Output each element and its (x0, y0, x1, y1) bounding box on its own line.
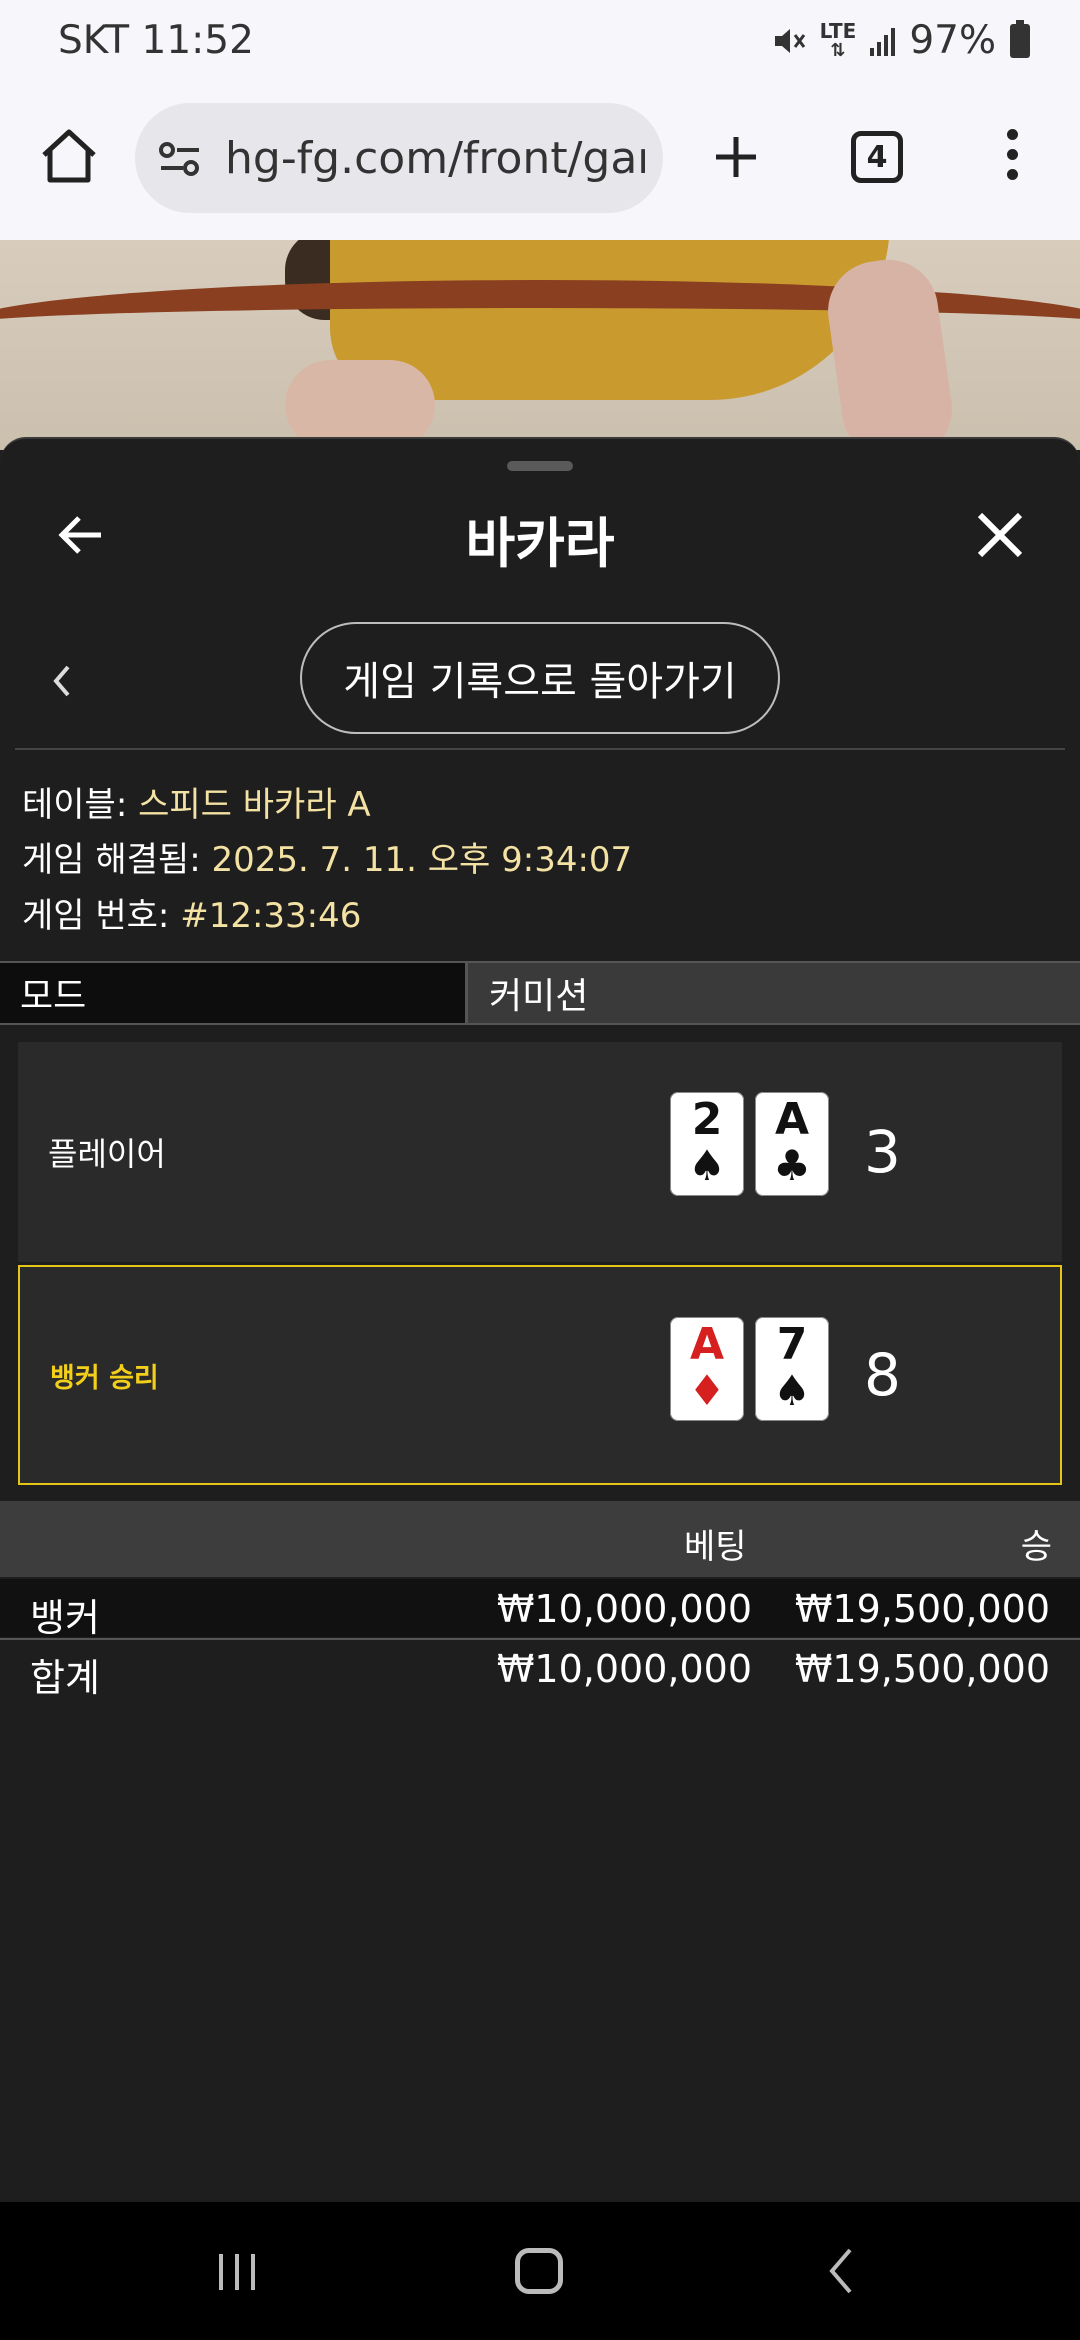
battery-level: 97% (909, 18, 996, 63)
return-to-history-button[interactable]: 게임 기록으로 돌아가기 (300, 622, 780, 734)
bet-amount: ₩10,000,000 (496, 1587, 752, 1631)
commission-label: 커미션 (489, 976, 589, 1017)
mode-header: 모드 커미션 (0, 961, 1080, 1025)
info-resolved-value: 2025. 7. 11. 오후 9:34:07 (211, 840, 633, 880)
banker-win-label: 뱅커 승리 (50, 1362, 159, 1394)
bet-table-header: 베팅 승 (0, 1501, 1080, 1577)
address-bar[interactable]: hg-fg.com/front/gam (135, 103, 663, 213)
bet-column-header: 베팅 (684, 1527, 747, 1567)
info-table: 테이블: 스피드 바카라 A (22, 777, 371, 826)
more-vert-icon[interactable] (1000, 129, 1024, 189)
info-game-number: 게임 번호: #12:33:46 (22, 888, 361, 937)
nav-home-icon[interactable] (515, 2248, 563, 2294)
divider (15, 748, 1065, 750)
game-detail-panel: 바카라 게임 기록으로 돌아가기 테이블: 스피드 바카라 A 게임 해결됨: … (0, 437, 1080, 2202)
lte-icon: LTE ⇅ (819, 18, 857, 61)
mute-icon (774, 28, 805, 53)
nav-back-icon[interactable] (826, 2246, 856, 2296)
drag-handle[interactable] (507, 461, 573, 471)
status-bar: SKT 11:52 LTE ⇅ 97% (0, 0, 1080, 85)
banker-card-1: A ♦ (670, 1317, 744, 1421)
battery-icon (1010, 19, 1030, 58)
total-bet: ₩10,000,000 (496, 1647, 752, 1691)
banker-row: 뱅커 승리 A ♦ 7 ♠ 8 (18, 1265, 1062, 1485)
player-score: 3 (864, 1118, 901, 1186)
panel-title: 바카라 (465, 512, 615, 575)
signal-icon (870, 26, 896, 56)
win-amount: ₩19,500,000 (794, 1587, 1050, 1631)
bet-name: 뱅커 (30, 1596, 100, 1640)
system-nav-bar (0, 2202, 1080, 2340)
banker-card-2: 7 ♠ (755, 1317, 829, 1421)
plus-icon[interactable] (712, 133, 760, 181)
player-card-1: 2 ♠ (670, 1092, 744, 1196)
url-text[interactable]: hg-fg.com/front/gam (225, 133, 645, 184)
info-table-value: 스피드 바카라 A (138, 785, 371, 825)
site-settings-icon[interactable] (157, 136, 203, 182)
chevron-left-icon[interactable] (48, 661, 76, 701)
banker-score: 8 (864, 1341, 901, 1409)
status-time: SKT 11:52 (58, 18, 254, 63)
player-row: 플레이어 2 ♠ A ♣ 3 (18, 1042, 1062, 1262)
info-table-label: 테이블: (22, 785, 139, 825)
total-win: ₩19,500,000 (794, 1647, 1050, 1691)
player-label: 플레이어 (48, 1135, 166, 1173)
info-resolved: 게임 해결됨: 2025. 7. 11. 오후 9:34:07 (22, 832, 632, 881)
info-resolved-label: 게임 해결됨: (22, 840, 212, 880)
mode-label: 모드 (0, 963, 468, 1023)
live-video-feed (0, 240, 1080, 450)
info-game-number-value: #12:33:46 (180, 896, 362, 936)
info-game-number-label: 게임 번호: (22, 896, 181, 936)
total-label: 합계 (30, 1656, 100, 1700)
tabs-icon[interactable]: 4 (851, 131, 903, 183)
table-row: 합계 ₩10,000,000 ₩19,500,000 (0, 1639, 1080, 1700)
win-column-header: 승 (1020, 1527, 1052, 1567)
status-icons: LTE ⇅ 97% (772, 18, 1030, 63)
close-icon[interactable] (972, 507, 1028, 563)
player-card-2: A ♣ (755, 1092, 829, 1196)
home-icon[interactable] (38, 125, 100, 187)
tab-count: 4 (866, 139, 888, 175)
recent-apps-icon[interactable] (215, 2252, 259, 2292)
table-row: 뱅커 ₩10,000,000 ₩19,500,000 (0, 1579, 1080, 1640)
browser-toolbar: hg-fg.com/front/gam 4 (0, 85, 1080, 240)
